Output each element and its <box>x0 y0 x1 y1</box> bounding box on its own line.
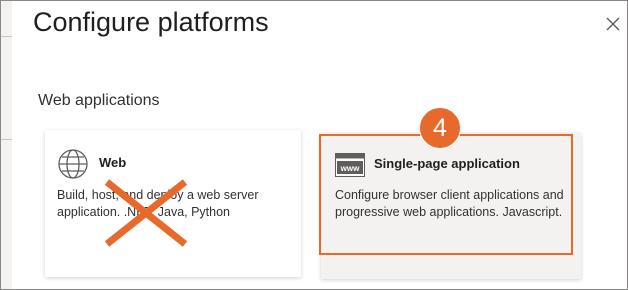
section-heading: Web applications <box>38 92 160 109</box>
globe-icon <box>58 149 88 179</box>
divider <box>1 36 12 37</box>
highlight-box <box>319 134 573 255</box>
x-mark-icon <box>104 179 188 247</box>
step-number-badge: 4 <box>419 107 461 149</box>
platform-title: Web <box>99 155 127 170</box>
divider <box>1 139 12 140</box>
background-page-edge <box>1 1 12 289</box>
dialog-title: Configure platforms <box>33 7 269 37</box>
configure-platforms-dialog: Configure platforms Web applications Web… <box>0 0 628 290</box>
close-icon[interactable] <box>604 15 622 33</box>
